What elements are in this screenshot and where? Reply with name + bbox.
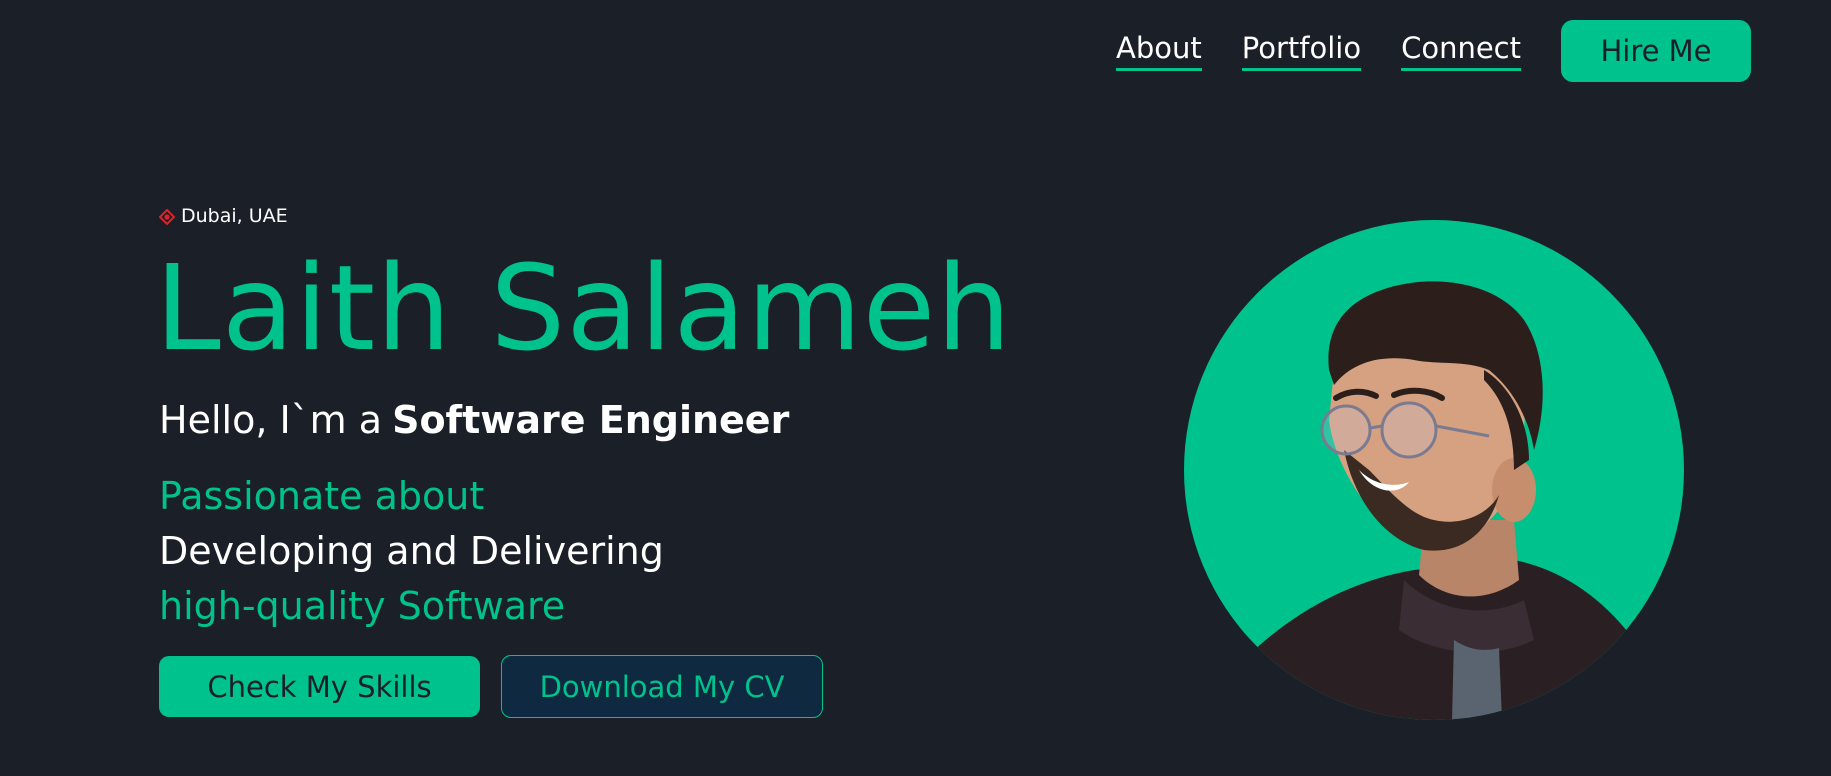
profile-photo-illustration xyxy=(1224,281,1654,720)
tagline-line-3: high-quality Software xyxy=(159,584,566,628)
intro-line: Hello, I`m a Software Engineer xyxy=(159,398,789,444)
location: Dubai, UAE xyxy=(158,205,288,227)
nav-link-about[interactable]: About xyxy=(1116,31,1202,71)
tagline-line-2: Developing and Delivering xyxy=(159,529,664,573)
download-cv-button[interactable]: Download My CV xyxy=(501,655,823,718)
tagline-line-1: Passionate about xyxy=(159,474,485,518)
page: About Portfolio Connect Hire Me Dubai, U… xyxy=(0,0,1831,776)
hire-me-button[interactable]: Hire Me xyxy=(1561,20,1751,82)
role-title: Software Engineer xyxy=(392,398,790,442)
top-nav: About Portfolio Connect Hire Me xyxy=(1116,20,1751,82)
nav-link-connect[interactable]: Connect xyxy=(1401,31,1521,71)
location-pin-icon xyxy=(158,208,176,226)
location-text: Dubai, UAE xyxy=(181,205,288,227)
hero-name: Laith Salameh xyxy=(155,239,1013,377)
profile-photo xyxy=(1184,220,1684,720)
intro-prefix: Hello, I`m a xyxy=(159,398,383,442)
check-skills-button[interactable]: Check My Skills xyxy=(159,656,480,717)
nav-link-portfolio[interactable]: Portfolio xyxy=(1241,31,1362,71)
